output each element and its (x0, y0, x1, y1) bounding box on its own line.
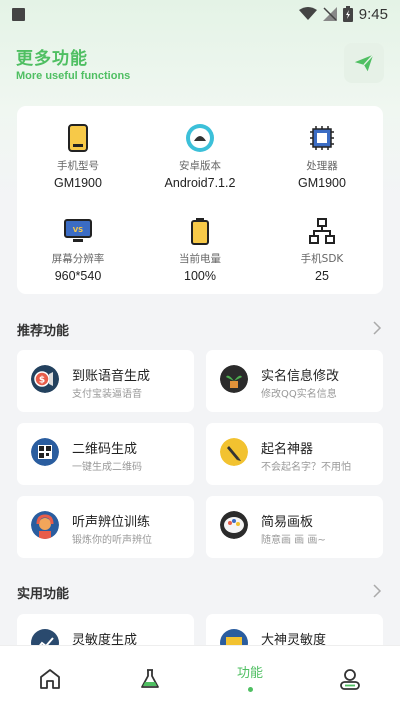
feature-name: 起名神器 (261, 442, 314, 457)
page-subtitle: More useful functions (16, 70, 131, 82)
coin-speaker-icon: $ (31, 365, 59, 393)
home-icon (40, 668, 60, 689)
battery-charging-icon (342, 6, 353, 22)
plant-icon (220, 365, 248, 393)
feature-card-realname[interactable]: 实名信息修改 修改QQ实名信息 (206, 350, 383, 412)
feature-desc: 随意画 画 画~ (261, 535, 326, 546)
status-bar: 9:45 (0, 0, 400, 28)
android-icon (186, 124, 214, 152)
share-button[interactable] (344, 43, 384, 83)
feature-desc: 不会起名字？不用怕 (261, 462, 351, 473)
feature-desc: 修改QQ实名信息 (261, 389, 337, 400)
signal-icon (322, 7, 337, 21)
svg-text:VS: VS (73, 226, 83, 234)
feature-name: 听声辨位训练 (72, 515, 151, 530)
feature-card-naming[interactable]: 起名神器 不会起名字？不用怕 (206, 423, 383, 485)
nav-features-label: 功能 (236, 665, 263, 681)
feature-name: 简易画板 (261, 515, 314, 530)
page-header: 更多功能 More useful functions (16, 44, 130, 82)
clock: 9:45 (358, 5, 388, 23)
send-icon (354, 54, 374, 72)
nav-profile[interactable] (300, 646, 400, 711)
pencil-icon (220, 438, 248, 466)
headset-person-icon (31, 511, 59, 539)
feature-card-voice[interactable]: $ 到账语音生成 支付宝装逼语音 (17, 350, 194, 412)
feature-name: 实名信息修改 (261, 369, 340, 384)
page-title: 更多功能 (16, 49, 88, 69)
chevron-right-icon[interactable] (372, 584, 382, 598)
monitor-icon: VS (64, 219, 92, 242)
flask-icon (141, 668, 159, 688)
bottom-navigation: 功能 (0, 645, 400, 711)
svg-text:$: $ (39, 376, 45, 386)
info-android-version: 安卓版本 Android7.1.2 (139, 123, 261, 190)
feature-name: 到账语音生成 (72, 369, 151, 384)
info-sdk: 手机SDK 25 (261, 216, 383, 283)
section-title-practical: 实用功能 (17, 587, 70, 602)
user-icon (340, 668, 360, 690)
wifi-icon (298, 7, 317, 20)
qrcode-icon (31, 438, 59, 466)
feature-card-sound-training[interactable]: 听声辨位训练 锻炼你的听声辨位 (17, 496, 194, 558)
palette-icon (220, 511, 248, 539)
battery-icon (191, 218, 209, 245)
active-indicator (247, 686, 253, 692)
network-icon (309, 218, 335, 244)
chevron-right-icon[interactable] (372, 321, 382, 335)
section-title-recommended: 推荐功能 (17, 324, 70, 339)
nav-lab[interactable] (100, 646, 200, 711)
feature-desc: 一键生成二维码 (72, 462, 142, 473)
device-info-card: 手机型号 GM1900 安卓版本 Android7.1.2 处理器 GM1900… (17, 106, 383, 294)
nav-home[interactable] (0, 646, 100, 711)
info-resolution: VS 屏幕分辨率 960*540 (17, 216, 139, 283)
info-processor: 处理器 GM1900 (261, 123, 383, 190)
nav-features[interactable]: 功能 (200, 646, 300, 711)
info-phone-model: 手机型号 GM1900 (17, 123, 139, 190)
info-battery: 当前电量 100% (139, 216, 261, 283)
notification-icon (12, 7, 25, 21)
phone-icon (68, 124, 88, 152)
feature-card-drawing[interactable]: 简易画板 随意画 画 画~ (206, 496, 383, 558)
feature-name: 二维码生成 (72, 442, 138, 457)
feature-desc: 锻炼你的听声辨位 (72, 535, 152, 546)
feature-card-qrcode[interactable]: 二维码生成 一键生成二维码 (17, 423, 194, 485)
cpu-icon (310, 126, 334, 150)
feature-desc: 支付宝装逼语音 (72, 389, 142, 400)
